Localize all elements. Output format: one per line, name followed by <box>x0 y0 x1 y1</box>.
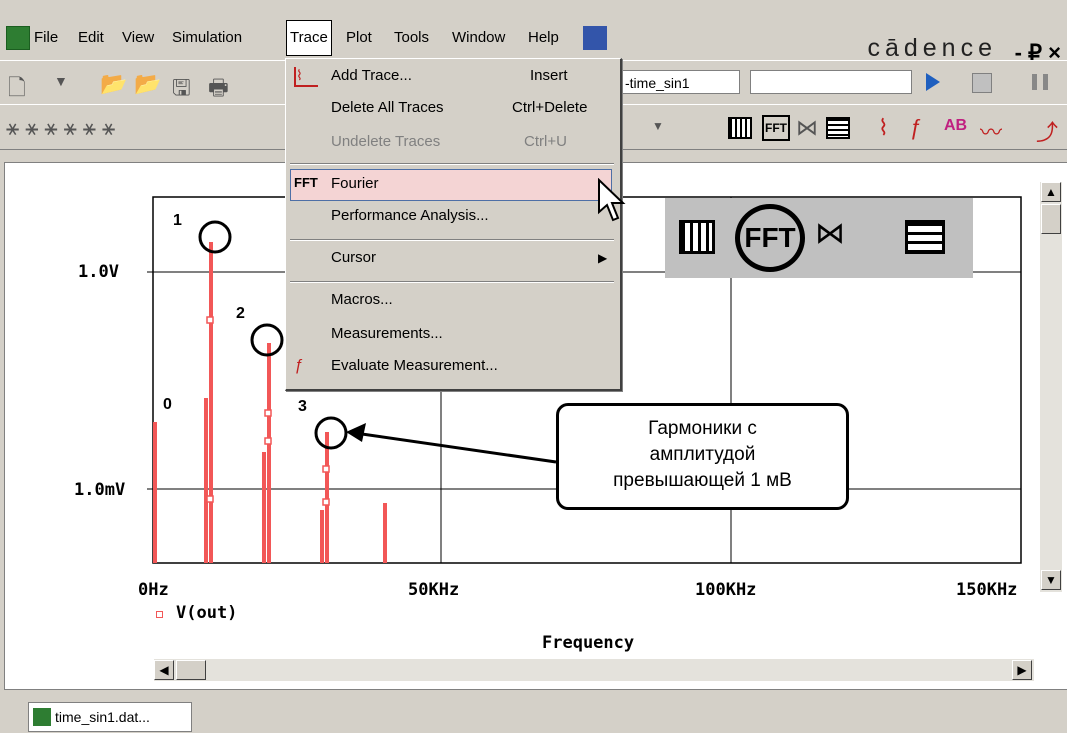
legend-v-out[interactable]: V(out) <box>176 603 237 623</box>
x-tick-50k: 50KHz <box>408 580 460 600</box>
toolbar-zoom-inset: FFT ⋈ <box>665 198 973 278</box>
scroll-thumb[interactable] <box>1041 204 1061 234</box>
trace-menu: ⌇ Add Trace... Insert Delete All Traces … <box>285 58 622 391</box>
callout-arrow-line <box>354 431 557 464</box>
menu-item-cursor[interactable]: Cursor <box>331 249 376 266</box>
y-tick-1v: 1.0V <box>78 262 119 282</box>
y-tick-1mv: 1.0mV <box>74 480 126 500</box>
legend-marker <box>156 611 163 618</box>
fft-icon-large: FFT <box>735 204 805 272</box>
scroll-left-button[interactable]: ◀ <box>154 660 174 680</box>
scroll-right-button[interactable]: ▶ <box>1012 660 1032 680</box>
app-window: File Edit View Simulation Trace Plot Too… <box>0 0 1067 733</box>
callout-arrowhead <box>346 423 366 442</box>
x-tick-150k: 150KHz <box>956 580 1018 600</box>
horizontal-scrollbar[interactable]: ◀ ▶ <box>154 659 1034 681</box>
performance-icon-large: ⋈ <box>815 217 845 250</box>
menu-item-fourier[interactable]: Fourier <box>331 175 379 192</box>
table-icon-large <box>905 220 945 254</box>
menu-separator <box>290 281 614 283</box>
callout-line-1: Гармоники с <box>648 418 757 439</box>
harmonics-callout: Гармоники с амплитудой превышающей 1 мВ <box>556 403 849 510</box>
file-tab-label: time_sin1.dat... <box>55 709 150 725</box>
shortcut-undelete: Ctrl+U <box>524 133 567 150</box>
menu-item-measurements[interactable]: Measurements... <box>331 325 443 342</box>
waveform-file-icon <box>33 708 51 726</box>
menu-item-undelete: Undelete Traces <box>331 133 441 150</box>
scroll-up-button[interactable]: ▲ <box>1041 182 1061 202</box>
harmonic-label-1: 1 <box>173 212 182 229</box>
menu-separator <box>290 239 614 241</box>
harmonic-label-2: 2 <box>236 305 245 322</box>
evaluate-icon: ƒ <box>294 357 303 374</box>
vertical-scrollbar[interactable]: ▲ ▼ <box>1040 182 1062 592</box>
menu-item-macros[interactable]: Macros... <box>331 291 393 308</box>
mouse-pointer-icon <box>598 178 626 222</box>
fft-icon: FFT <box>294 175 318 190</box>
shortcut-add-trace: Insert <box>530 67 568 84</box>
menu-item-evaluate[interactable]: Evaluate Measurement... <box>331 357 498 374</box>
x-tick-100k: 100KHz <box>695 580 757 600</box>
submenu-arrow-icon: ▶ <box>598 251 608 265</box>
menu-separator <box>290 163 614 165</box>
harmonic-label-0: 0 <box>163 396 172 413</box>
callout-line-3: превышающей 1 мВ <box>613 470 792 491</box>
hscroll-thumb[interactable] <box>176 660 206 680</box>
menu-item-delete-all[interactable]: Delete All Traces <box>331 99 444 116</box>
log-axis-icon-large <box>679 220 715 254</box>
file-tab[interactable]: time_sin1.dat... <box>28 702 192 732</box>
callout-line-2: амплитудой <box>649 444 756 465</box>
scroll-down-button[interactable]: ▼ <box>1041 570 1061 590</box>
x-axis-label: Frequency <box>542 633 635 653</box>
add-trace-icon: ⌇ <box>294 67 318 87</box>
shortcut-delete-all: Ctrl+Delete <box>512 99 588 116</box>
x-tick-0: 0Hz <box>138 580 169 600</box>
menu-item-add-trace[interactable]: Add Trace... <box>331 67 412 84</box>
harmonic-label-3: 3 <box>298 398 307 415</box>
menu-item-performance[interactable]: Performance Analysis... <box>331 207 489 224</box>
